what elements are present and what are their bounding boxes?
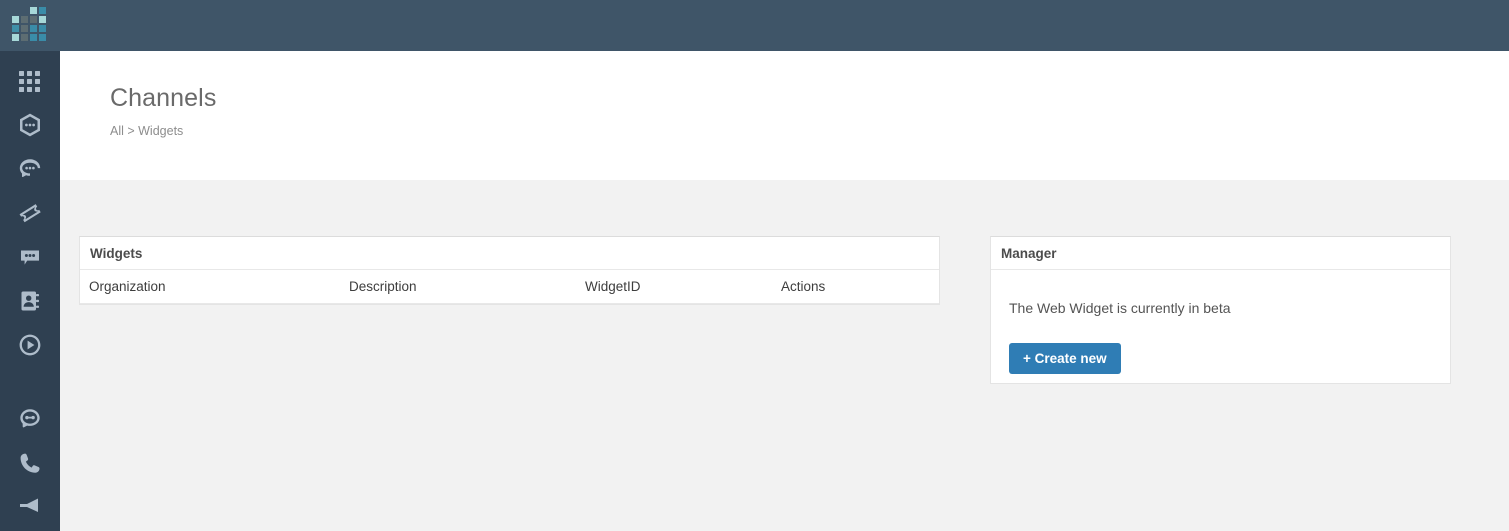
top-bar bbox=[0, 0, 1509, 51]
widgets-panel: Widgets Organization Description WidgetI… bbox=[79, 236, 940, 305]
beta-notice-text: The Web Widget is currently in beta bbox=[1009, 300, 1231, 316]
manager-panel-title: Manager bbox=[1001, 245, 1057, 261]
sidebar-item-dashboard[interactable] bbox=[0, 59, 60, 103]
headset-chat-icon bbox=[19, 159, 41, 178]
play-circle-icon bbox=[19, 334, 41, 356]
hexagon-chat-icon bbox=[20, 113, 40, 137]
page-title: Channels bbox=[110, 84, 217, 112]
manager-panel-body: The Web Widget is currently in beta + Cr… bbox=[991, 270, 1450, 383]
content-area: Widgets Organization Description WidgetI… bbox=[60, 180, 1509, 531]
column-header-widgetid: WidgetID bbox=[585, 279, 641, 294]
create-new-button[interactable]: + Create new bbox=[1009, 343, 1121, 374]
grid-logo-icon bbox=[12, 7, 46, 41]
ticket-icon bbox=[19, 204, 41, 223]
contacts-book-icon bbox=[21, 291, 39, 311]
sidebar-item-contacts[interactable] bbox=[0, 279, 60, 323]
grid-icon bbox=[19, 71, 40, 92]
manager-panel: Manager The Web Widget is currently in b… bbox=[990, 236, 1451, 384]
widgets-panel-header: Widgets bbox=[80, 237, 939, 270]
sidebar-item-broadcast[interactable] bbox=[0, 485, 60, 529]
megaphone-icon bbox=[20, 498, 38, 512]
sidebar-item-support[interactable] bbox=[0, 147, 60, 191]
phone-icon bbox=[20, 453, 40, 473]
sidebar-item-voice[interactable] bbox=[0, 441, 60, 485]
grid-logo[interactable] bbox=[10, 7, 50, 45]
breadcrumb: All > Widgets bbox=[110, 124, 184, 138]
column-header-actions: Actions bbox=[781, 279, 826, 294]
sidebar bbox=[0, 51, 60, 531]
widgets-panel-title: Widgets bbox=[90, 245, 143, 261]
speech-bubble-icon bbox=[21, 250, 39, 265]
page-header: Channels All > Widgets bbox=[60, 51, 1509, 180]
bot-headset-icon bbox=[20, 409, 40, 428]
column-header-organization: Organization bbox=[89, 279, 166, 294]
column-header-description: Description bbox=[349, 279, 417, 294]
sidebar-item-tickets[interactable] bbox=[0, 191, 60, 235]
sidebar-divider-gap bbox=[0, 367, 60, 397]
sidebar-item-conversations[interactable] bbox=[0, 103, 60, 147]
sidebar-item-bots[interactable] bbox=[0, 397, 60, 441]
widgets-table-header-row: Organization Description WidgetID Action… bbox=[80, 270, 939, 304]
sidebar-item-campaigns[interactable] bbox=[0, 323, 60, 367]
sidebar-item-messages[interactable] bbox=[0, 235, 60, 279]
manager-panel-header: Manager bbox=[991, 237, 1450, 270]
